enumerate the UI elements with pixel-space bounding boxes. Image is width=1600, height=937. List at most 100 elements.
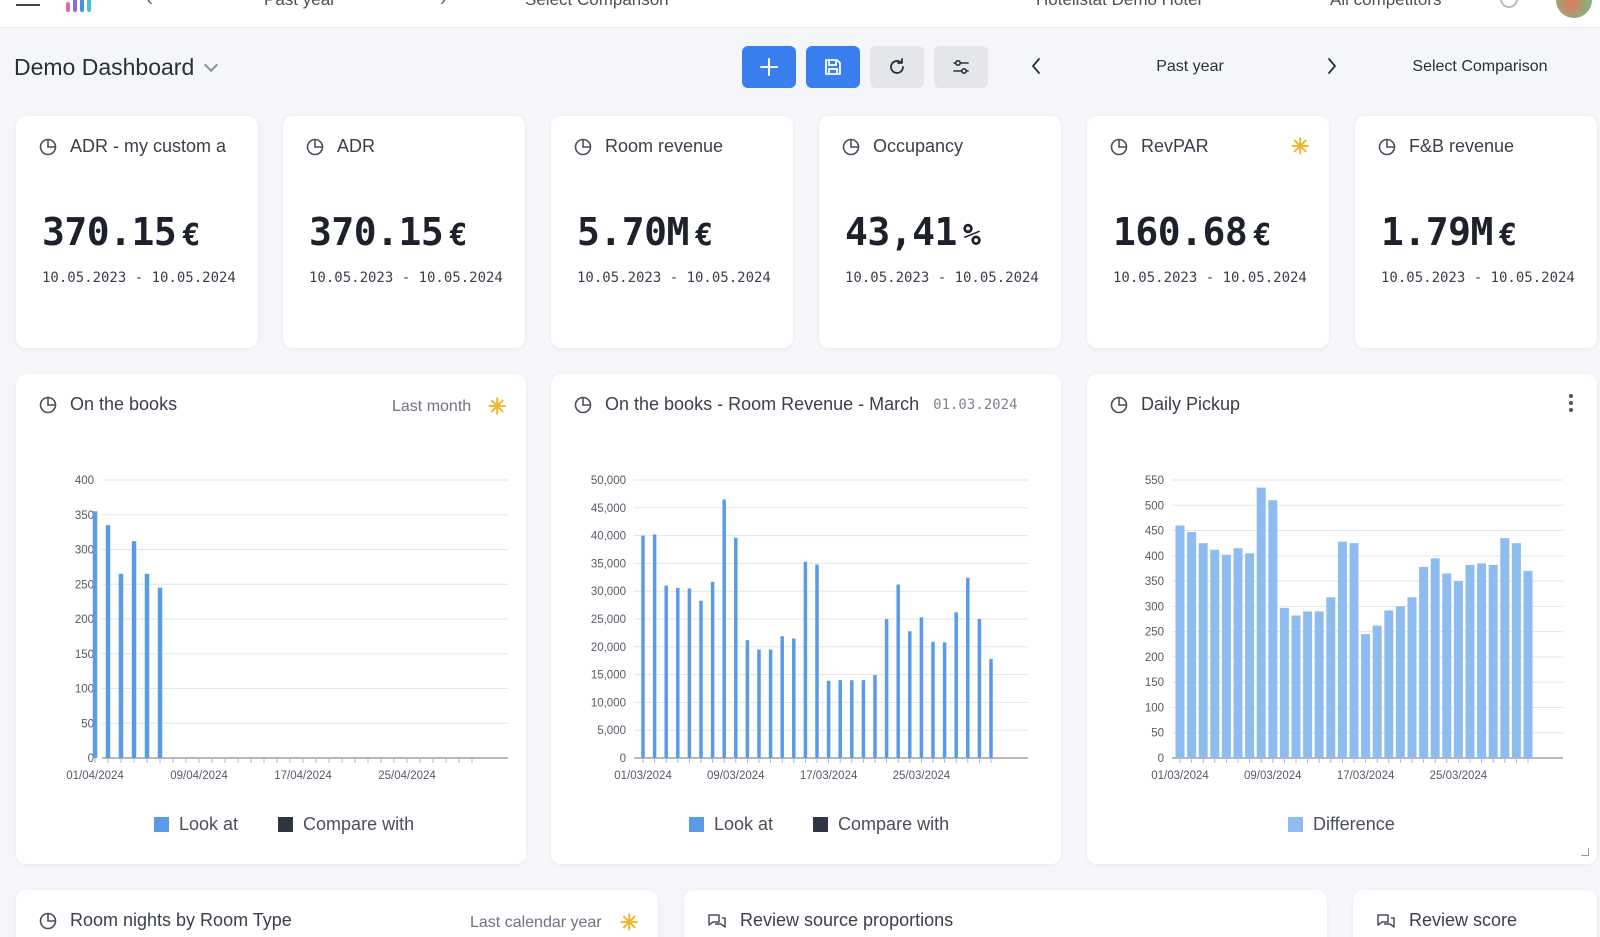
x-tick-label: 25/03/2024 [1430,770,1488,782]
bar [1291,615,1301,758]
bar [118,573,124,758]
nav-prev-period-icon[interactable]: ‹ [147,0,153,10]
y-tick-label: 450 [1145,526,1164,538]
y-tick-label: 30,000 [591,586,626,598]
bar [687,588,692,758]
y-tick-label: 400 [1145,551,1164,563]
y-tick-label: 15,000 [591,670,626,682]
bar [1523,570,1533,758]
save-dashboard-button[interactable] [806,46,860,88]
y-tick-label: 200 [1145,652,1164,664]
bar [768,649,773,758]
competitor-selector[interactable]: All competitors [1330,0,1441,10]
x-tick-label: 09/03/2024 [1244,770,1302,782]
chart-pie-icon [574,138,592,155]
bar [803,561,808,758]
chart-legend: Look at Compare with [689,814,949,835]
bar [919,617,924,758]
legend-item-look-at[interactable]: Look at [689,814,773,835]
kpi-title: ADR - my custom a [70,136,227,156]
kpi-unit: € [694,218,713,253]
kpi-card[interactable]: ADR - my custom a 370.15 € 10.05.2023 - 10.… [16,116,258,348]
bar [873,675,877,758]
bar [966,577,970,758]
select-comparison-button[interactable]: Select Comparison [1400,58,1560,76]
star-icon[interactable]: ✳ [620,910,638,936]
x-tick-label: 01/03/2024 [614,770,672,782]
bar [1303,611,1313,758]
notification-bell-icon[interactable] [1500,0,1518,8]
menu-icon[interactable] [16,0,40,6]
card-title: Review score [1409,910,1518,930]
bar [105,525,111,758]
bar [1187,532,1197,758]
nav-period-label[interactable]: Past year [264,0,336,10]
legend-item-look-at[interactable]: Look at [154,814,238,835]
nav-select-comparison[interactable]: Select Comparison [525,0,669,10]
daily-pickup-card: Daily Pickup 0 50 100 150 200 250 300 350 400 450… [1087,374,1597,864]
legend-item-compare-with[interactable]: Compare with [278,814,414,835]
bar [1419,566,1429,758]
period-label[interactable]: Past year [1140,58,1240,76]
refresh-button[interactable] [870,46,924,88]
kpi-card[interactable]: Room revenue 5.70M € 10.05.2023 - 10.05.202… [551,116,793,348]
resize-handle-icon[interactable] [1581,848,1589,856]
app-logo[interactable] [66,0,91,12]
period-badge[interactable]: Last calendar year [470,914,602,932]
star-icon[interactable]: ✳ [1291,134,1309,160]
kpi-card[interactable]: ADR 370.15 € 10.05.2023 - 10.05.2024 [283,116,525,348]
y-tick-label: 50 [81,718,94,730]
bar [734,537,738,758]
kpi-card[interactable]: Occupancy 43,41% 10.05.2023 - 10.05.2024 [819,116,1061,348]
y-tick-label: 350 [75,510,94,522]
y-tick-label: 5,000 [597,725,626,737]
on-the-books-card: On the books Last month ✳ 0 50 100 150 200 25… [16,374,526,864]
y-tick-label: 100 [1145,702,1164,714]
kpi-unit: € [1253,218,1271,253]
chart-legend: Look at Compare with [154,814,414,835]
bar [676,587,680,758]
y-tick-label: 0 [1158,753,1164,765]
y-tick-label: 550 [1145,475,1164,487]
bar [931,641,935,758]
x-tick-label: 17/03/2024 [1337,770,1395,782]
y-tick-label: 0 [620,753,626,765]
y-tick-label: 40,000 [591,531,626,543]
bar [1488,564,1498,758]
kpi-date-range: 10.05.2023 - 10.05.2024 [845,270,1039,286]
bar [780,636,784,758]
y-tick-label: 10,000 [591,697,626,709]
y-tick-label: 20,000 [591,642,626,654]
bar [710,581,715,758]
bar [1198,543,1208,758]
previous-period-button[interactable] [1030,56,1042,81]
x-tick-label: 17/04/2024 [274,770,332,782]
bar [1314,611,1324,758]
kpi-card[interactable]: F&B revenue 1.79M € 10.05.2023 - 10.05.2024 [1355,116,1597,348]
hotel-selector[interactable]: Hotelistat Demo Hotel [1036,0,1201,10]
y-tick-label: 45,000 [591,503,626,515]
nav-next-period-icon[interactable]: › [440,0,446,10]
chevron-down-icon [204,57,219,72]
y-tick-label: 35,000 [591,558,626,570]
kpi-date-range: 10.05.2023 - 10.05.2024 [1113,270,1307,286]
kpi-date-range: 10.05.2023 - 10.05.2024 [577,270,771,286]
kpi-title: F&B revenue [1409,136,1515,156]
dashboard-selector[interactable]: Demo Dashboard [14,54,219,81]
y-tick-label: 400 [75,475,94,487]
next-period-button[interactable] [1326,56,1338,81]
bar [1407,597,1417,758]
add-widget-button[interactable] [742,46,796,88]
y-tick-label: 250 [1145,627,1164,639]
y-tick-label: 50,000 [591,475,626,487]
y-tick-label: 150 [75,649,94,661]
bar [896,584,900,758]
bar [1477,563,1487,758]
user-avatar[interactable] [1556,0,1592,18]
bar [757,649,761,758]
legend-item-compare-with[interactable]: Compare with [813,814,949,835]
legend-item-difference[interactable]: Difference [1288,814,1395,835]
kpi-card[interactable]: RevPAR 160.68 € 10.05.2023 - 10.05.2024 ✳ [1087,116,1329,348]
filter-settings-button[interactable] [934,46,988,88]
bar [92,511,98,758]
